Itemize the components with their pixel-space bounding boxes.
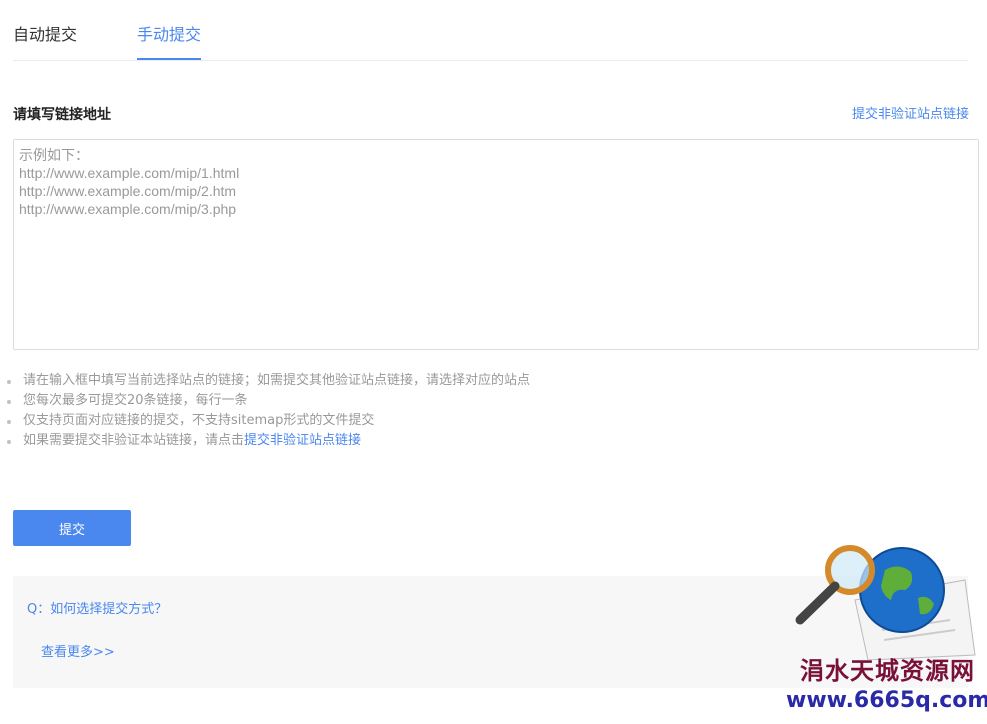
see-more-link[interactable]: 查看更多>> [41,644,115,662]
list-item: 请在输入框中填写当前选择站点的链接；如需提交其他验证站点链接，请选择对应的站点 [6,371,530,391]
tip-text: 如果需要提交非验证本站链接，请点击 [23,433,245,448]
submit-unverified-inline-link[interactable]: 提交非验证站点链接 [244,433,361,448]
list-item: 如果需要提交非验证本站链接，请点击提交非验证站点链接 [6,431,530,451]
tips-list: 请在输入框中填写当前选择站点的链接；如需提交其他验证站点链接，请选择对应的站点 … [6,371,530,451]
tab-bar: 自动提交 手动提交 [13,0,968,61]
submit-button[interactable]: 提交 [13,510,131,546]
watermark-text: 涓水天城资源网 [800,656,975,685]
submit-unverified-link[interactable]: 提交非验证站点链接 [852,106,969,124]
list-item: 仅支持页面对应链接的提交，不支持sitemap形式的文件提交 [6,411,530,431]
list-item: 您每次最多可提交20条链接，每行一条 [6,391,530,411]
watermark-url: www.6665q.com [786,688,987,713]
form-title: 请填写链接地址 [13,107,111,123]
url-textarea[interactable] [13,139,979,350]
faq-question[interactable]: Q：如何选择提交方式？ [27,601,167,619]
tab-auto-submit[interactable]: 自动提交 [13,24,77,46]
tab-manual-submit[interactable]: 手动提交 [137,24,202,60]
magnifier-globe-icon [795,545,976,660]
